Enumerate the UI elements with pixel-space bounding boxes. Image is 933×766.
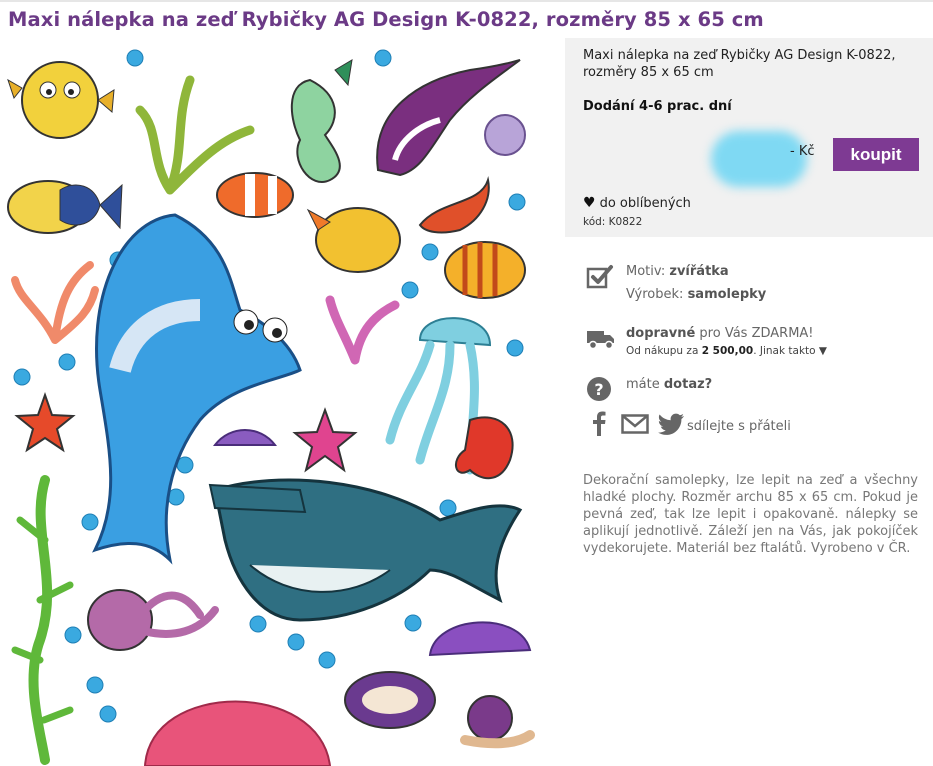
share-label[interactable]: sdílejte s přáteli <box>687 417 791 436</box>
product-type-line: Výrobek: samolepky <box>626 285 766 304</box>
motif-label: Motiv: <box>626 264 666 279</box>
buy-box-product-name: Maxi nálepka na zeď Rybičky AG Design K-… <box>583 48 896 80</box>
buy-button[interactable]: koupit <box>833 138 919 171</box>
product-type-link[interactable]: samolepky <box>688 287 767 302</box>
question-icon: ? <box>587 377 611 401</box>
sticker-illustration <box>7 49 535 766</box>
shipping-text: pro Vás ZDARMA! <box>699 326 814 341</box>
facebook-icon[interactable] <box>592 410 606 436</box>
shipping-line: dopravné pro Vás ZDARMA! <box>626 324 814 343</box>
product-code: kód: K0822 <box>583 216 643 228</box>
top-border <box>0 0 933 2</box>
email-icon[interactable] <box>621 414 649 434</box>
favorites-label: do oblíbených <box>599 196 691 211</box>
add-to-favorites-link[interactable]: ♥ do oblíbených <box>583 196 691 211</box>
buy-box: Maxi nálepka na zeď Rybičky AG Design K-… <box>565 38 933 237</box>
shipping-note-amount: 2 500,00 <box>701 345 754 357</box>
delivery-time: Dodání 4-6 prac. dní <box>583 99 732 114</box>
product-description: Dekorační samolepky, lze lepit na zeď a … <box>583 473 918 556</box>
shipping-note-suffix: . Jinak takto ▼ <box>753 345 827 357</box>
twitter-icon[interactable] <box>658 413 684 435</box>
heart-icon: ♥ <box>583 195 596 211</box>
svg-text:?: ? <box>594 380 603 399</box>
shipping-bold: dopravné <box>626 326 696 341</box>
shipping-note-prefix: Od nákupu za <box>626 345 699 357</box>
truck-icon <box>587 331 614 350</box>
question-link[interactable]: dotaz? <box>664 377 712 392</box>
price-value-blurred <box>711 131 807 187</box>
question-line: máte dotaz? <box>626 375 712 394</box>
check-icon <box>586 265 613 289</box>
product-type-label: Výrobek: <box>626 287 684 302</box>
motif-link[interactable]: zvířátka <box>669 264 728 279</box>
motif-line: Motiv: zvířátka <box>626 262 729 281</box>
question-prefix: máte <box>626 377 660 392</box>
page-title: Maxi nálepka na zeď Rybičky AG Design K-… <box>8 8 764 31</box>
price-currency: - Kč <box>790 144 815 159</box>
shipping-note[interactable]: Od nákupu za 2 500,00. Jinak takto ▼ <box>626 345 827 357</box>
product-image[interactable] <box>0 40 555 766</box>
